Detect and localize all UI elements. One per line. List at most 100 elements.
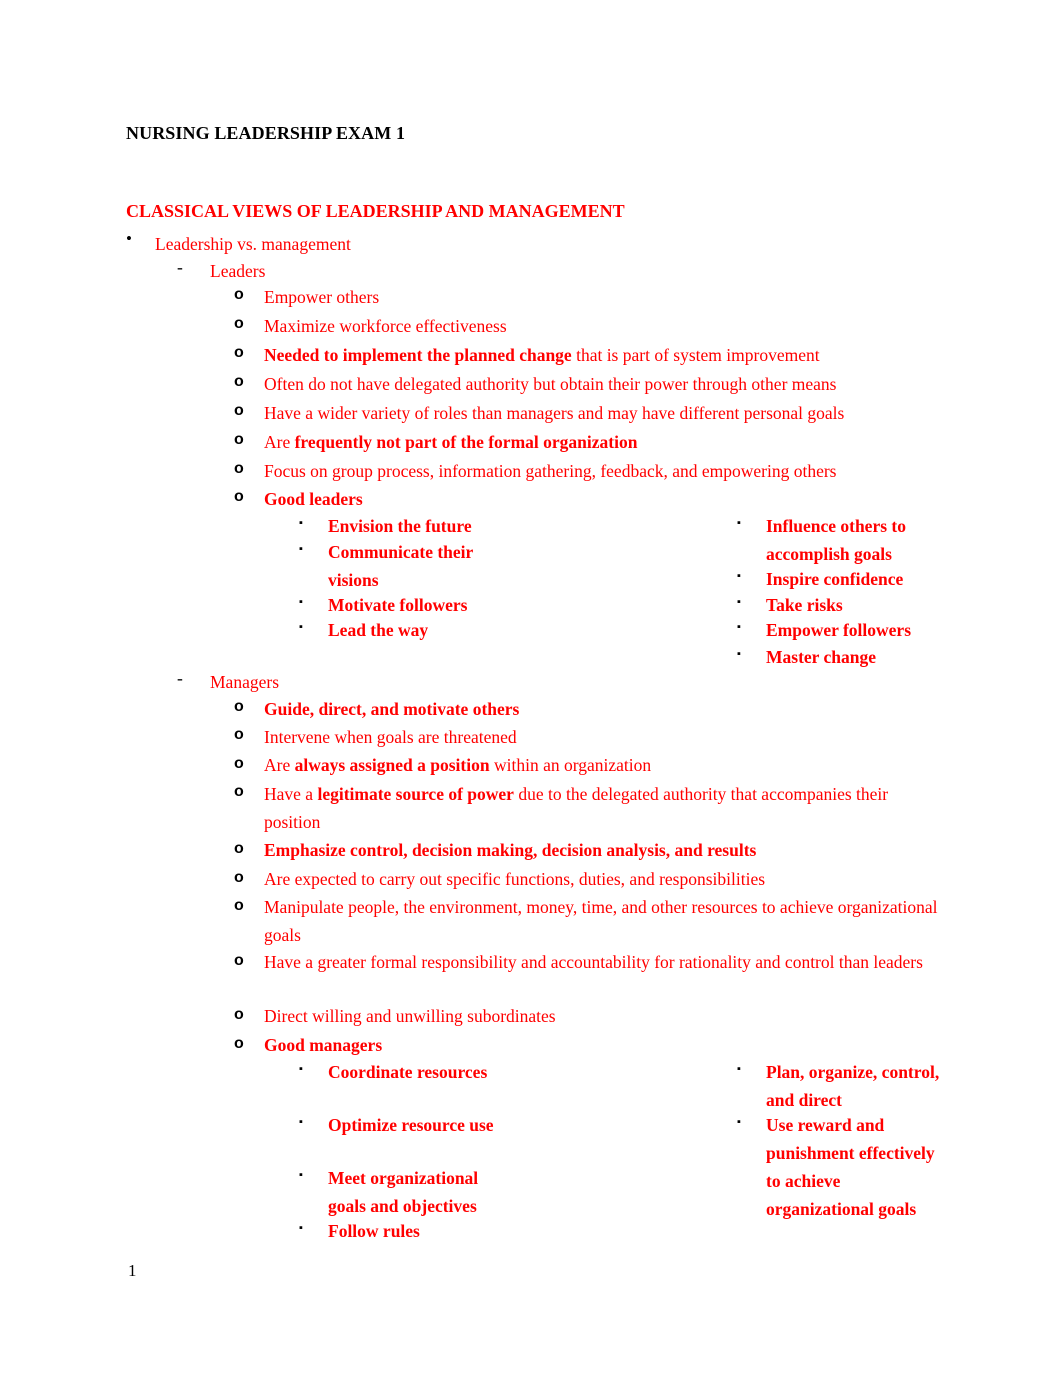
bullet-circle-icon: o xyxy=(234,460,244,477)
item-text-plain: Manipulate people, the environment, mone… xyxy=(264,897,938,945)
list-item: Guide, direct, and motivate others xyxy=(264,695,940,723)
item-text-bold: Guide, direct, and motivate others xyxy=(264,699,520,719)
item-text-plain: Direct willing and unwilling subordinate… xyxy=(264,1006,556,1026)
list-item-label: Leadership vs. management xyxy=(155,234,351,254)
list-item-label: Good managers xyxy=(264,1035,383,1055)
item-text-tail: within an organization xyxy=(489,755,652,775)
list-item: Meet organizational goals and objectives xyxy=(328,1164,518,1220)
list-item-good-leaders: Good leaders xyxy=(264,485,940,513)
list-item: Inspire confidence xyxy=(766,565,946,593)
bullet-dash-icon: - xyxy=(177,257,183,277)
bullet-circle-icon: o xyxy=(234,286,244,303)
list-item: Are expected to carry out specific funct… xyxy=(264,865,940,893)
item-text: Take risks xyxy=(766,595,843,615)
bullet-square-icon: ▪ xyxy=(299,1063,303,1075)
bullet-dot-icon: • xyxy=(126,229,132,248)
list-item: Have a greater formal responsibility and… xyxy=(264,948,940,976)
bullet-square-icon: ▪ xyxy=(299,1116,303,1128)
list-item: Plan, organize, control, and direct xyxy=(766,1058,946,1114)
list-item-label: Leaders xyxy=(210,261,266,281)
bullet-square-icon: ▪ xyxy=(299,596,303,608)
item-text-plain: Empower others xyxy=(264,287,380,307)
bullet-square-icon: ▪ xyxy=(299,543,303,555)
bullet-square-icon: ▪ xyxy=(299,1222,303,1234)
bullet-square-icon: ▪ xyxy=(737,648,741,660)
list-item-label: Good leaders xyxy=(264,489,363,509)
list-item-leaders: Leaders xyxy=(210,257,970,285)
bullet-square-icon: ▪ xyxy=(737,621,741,633)
list-item: Lead the way xyxy=(328,616,518,644)
list-item: Take risks xyxy=(766,591,946,619)
bullet-circle-icon: o xyxy=(234,869,244,886)
list-item: Needed to implement the planned change t… xyxy=(264,341,940,369)
item-text: Empower followers xyxy=(766,620,911,640)
item-text-bold: Needed to implement the planned change xyxy=(264,345,572,365)
bullet-circle-icon: o xyxy=(234,726,244,743)
bullet-square-icon: ▪ xyxy=(737,1063,741,1075)
item-text-plain: Often do not have delegated authority bu… xyxy=(264,374,837,394)
bullet-circle-icon: o xyxy=(234,344,244,361)
list-item: Maximize workforce effectiveness xyxy=(264,312,940,340)
list-item: Have a wider variety of roles than manag… xyxy=(264,399,940,427)
bullet-circle-icon: o xyxy=(234,840,244,857)
item-text: Follow rules xyxy=(328,1221,420,1241)
bullet-square-icon: ▪ xyxy=(299,621,303,633)
list-item: Have a legitimate source of power due to… xyxy=(264,780,940,836)
bullet-circle-icon: o xyxy=(234,315,244,332)
item-text: Inspire confidence xyxy=(766,569,904,589)
bullet-square-icon: ▪ xyxy=(737,1116,741,1128)
item-text: Coordinate resources xyxy=(328,1062,488,1082)
list-item: Use reward and punishment effectively to… xyxy=(766,1111,946,1223)
page-number: 1 xyxy=(128,1261,137,1280)
item-text-tail: that is part of system improvement xyxy=(571,345,820,365)
list-item-leadership-vs-management: Leadership vs. management xyxy=(155,230,955,258)
list-item: Coordinate resources xyxy=(328,1058,518,1086)
bullet-circle-icon: o xyxy=(234,897,244,914)
list-item: Intervene when goals are threatened xyxy=(264,723,940,751)
bullet-square-icon: ▪ xyxy=(737,596,741,608)
bullet-circle-icon: o xyxy=(234,755,244,772)
bullet-circle-icon: o xyxy=(234,698,244,715)
list-item: Motivate followers xyxy=(328,591,518,619)
list-item: Manipulate people, the environment, mone… xyxy=(264,893,940,949)
list-item: Are always assigned a position within an… xyxy=(264,751,940,779)
document-page: NURSING LEADERSHIP EXAM 1 CLASSICAL VIEW… xyxy=(0,0,1062,1377)
item-text-bold: always assigned a position xyxy=(294,755,490,775)
item-text: Use reward and punishment effectively to… xyxy=(766,1115,935,1219)
list-item: Follow rules xyxy=(328,1217,518,1245)
item-text: Motivate followers xyxy=(328,595,468,615)
list-item-managers: Managers xyxy=(210,668,970,696)
bullet-circle-icon: o xyxy=(234,431,244,448)
bullet-circle-icon: o xyxy=(234,952,244,969)
item-text: Master change xyxy=(766,647,876,667)
item-text: Optimize resource use xyxy=(328,1115,494,1135)
list-item: Envision the future xyxy=(328,512,518,540)
list-item: Empower followers xyxy=(766,616,946,644)
bullet-square-icon: ▪ xyxy=(299,1169,303,1181)
page-title: NURSING LEADERSHIP EXAM 1 xyxy=(126,123,406,143)
bullet-circle-icon: o xyxy=(234,488,244,505)
item-text: Lead the way xyxy=(328,620,429,640)
bullet-square-icon: ▪ xyxy=(299,517,303,529)
item-text-plain: Have a wider variety of roles than manag… xyxy=(264,403,845,423)
list-item: Are frequently not part of the formal or… xyxy=(264,428,940,456)
item-text: Meet organizational goals and objectives xyxy=(328,1168,479,1216)
bullet-circle-icon: o xyxy=(234,783,244,800)
item-text-plain: Intervene when goals are threatened xyxy=(264,727,517,747)
bullet-circle-icon: o xyxy=(234,1035,244,1052)
list-item: Direct willing and unwilling subordinate… xyxy=(264,1002,940,1030)
list-item: Often do not have delegated authority bu… xyxy=(264,370,940,398)
list-item: Emphasize control, decision making, deci… xyxy=(264,836,940,864)
list-item: Empower others xyxy=(264,283,940,311)
item-text-bold: frequently not part of the formal organi… xyxy=(294,432,638,452)
item-text-plain: Are xyxy=(264,755,295,775)
bullet-square-icon: ▪ xyxy=(737,570,741,582)
bullet-circle-icon: o xyxy=(234,373,244,390)
list-item: Master change xyxy=(766,643,946,671)
list-item-good-managers: Good managers xyxy=(264,1031,940,1059)
list-item: Communicate their visions xyxy=(328,538,518,594)
item-text-bold: Emphasize control, decision making, deci… xyxy=(264,840,757,860)
section-heading: CLASSICAL VIEWS OF LEADERSHIP AND MANAGE… xyxy=(126,201,625,221)
item-text-plain: Are xyxy=(264,432,295,452)
item-text: Plan, organize, control, and direct xyxy=(766,1062,940,1110)
